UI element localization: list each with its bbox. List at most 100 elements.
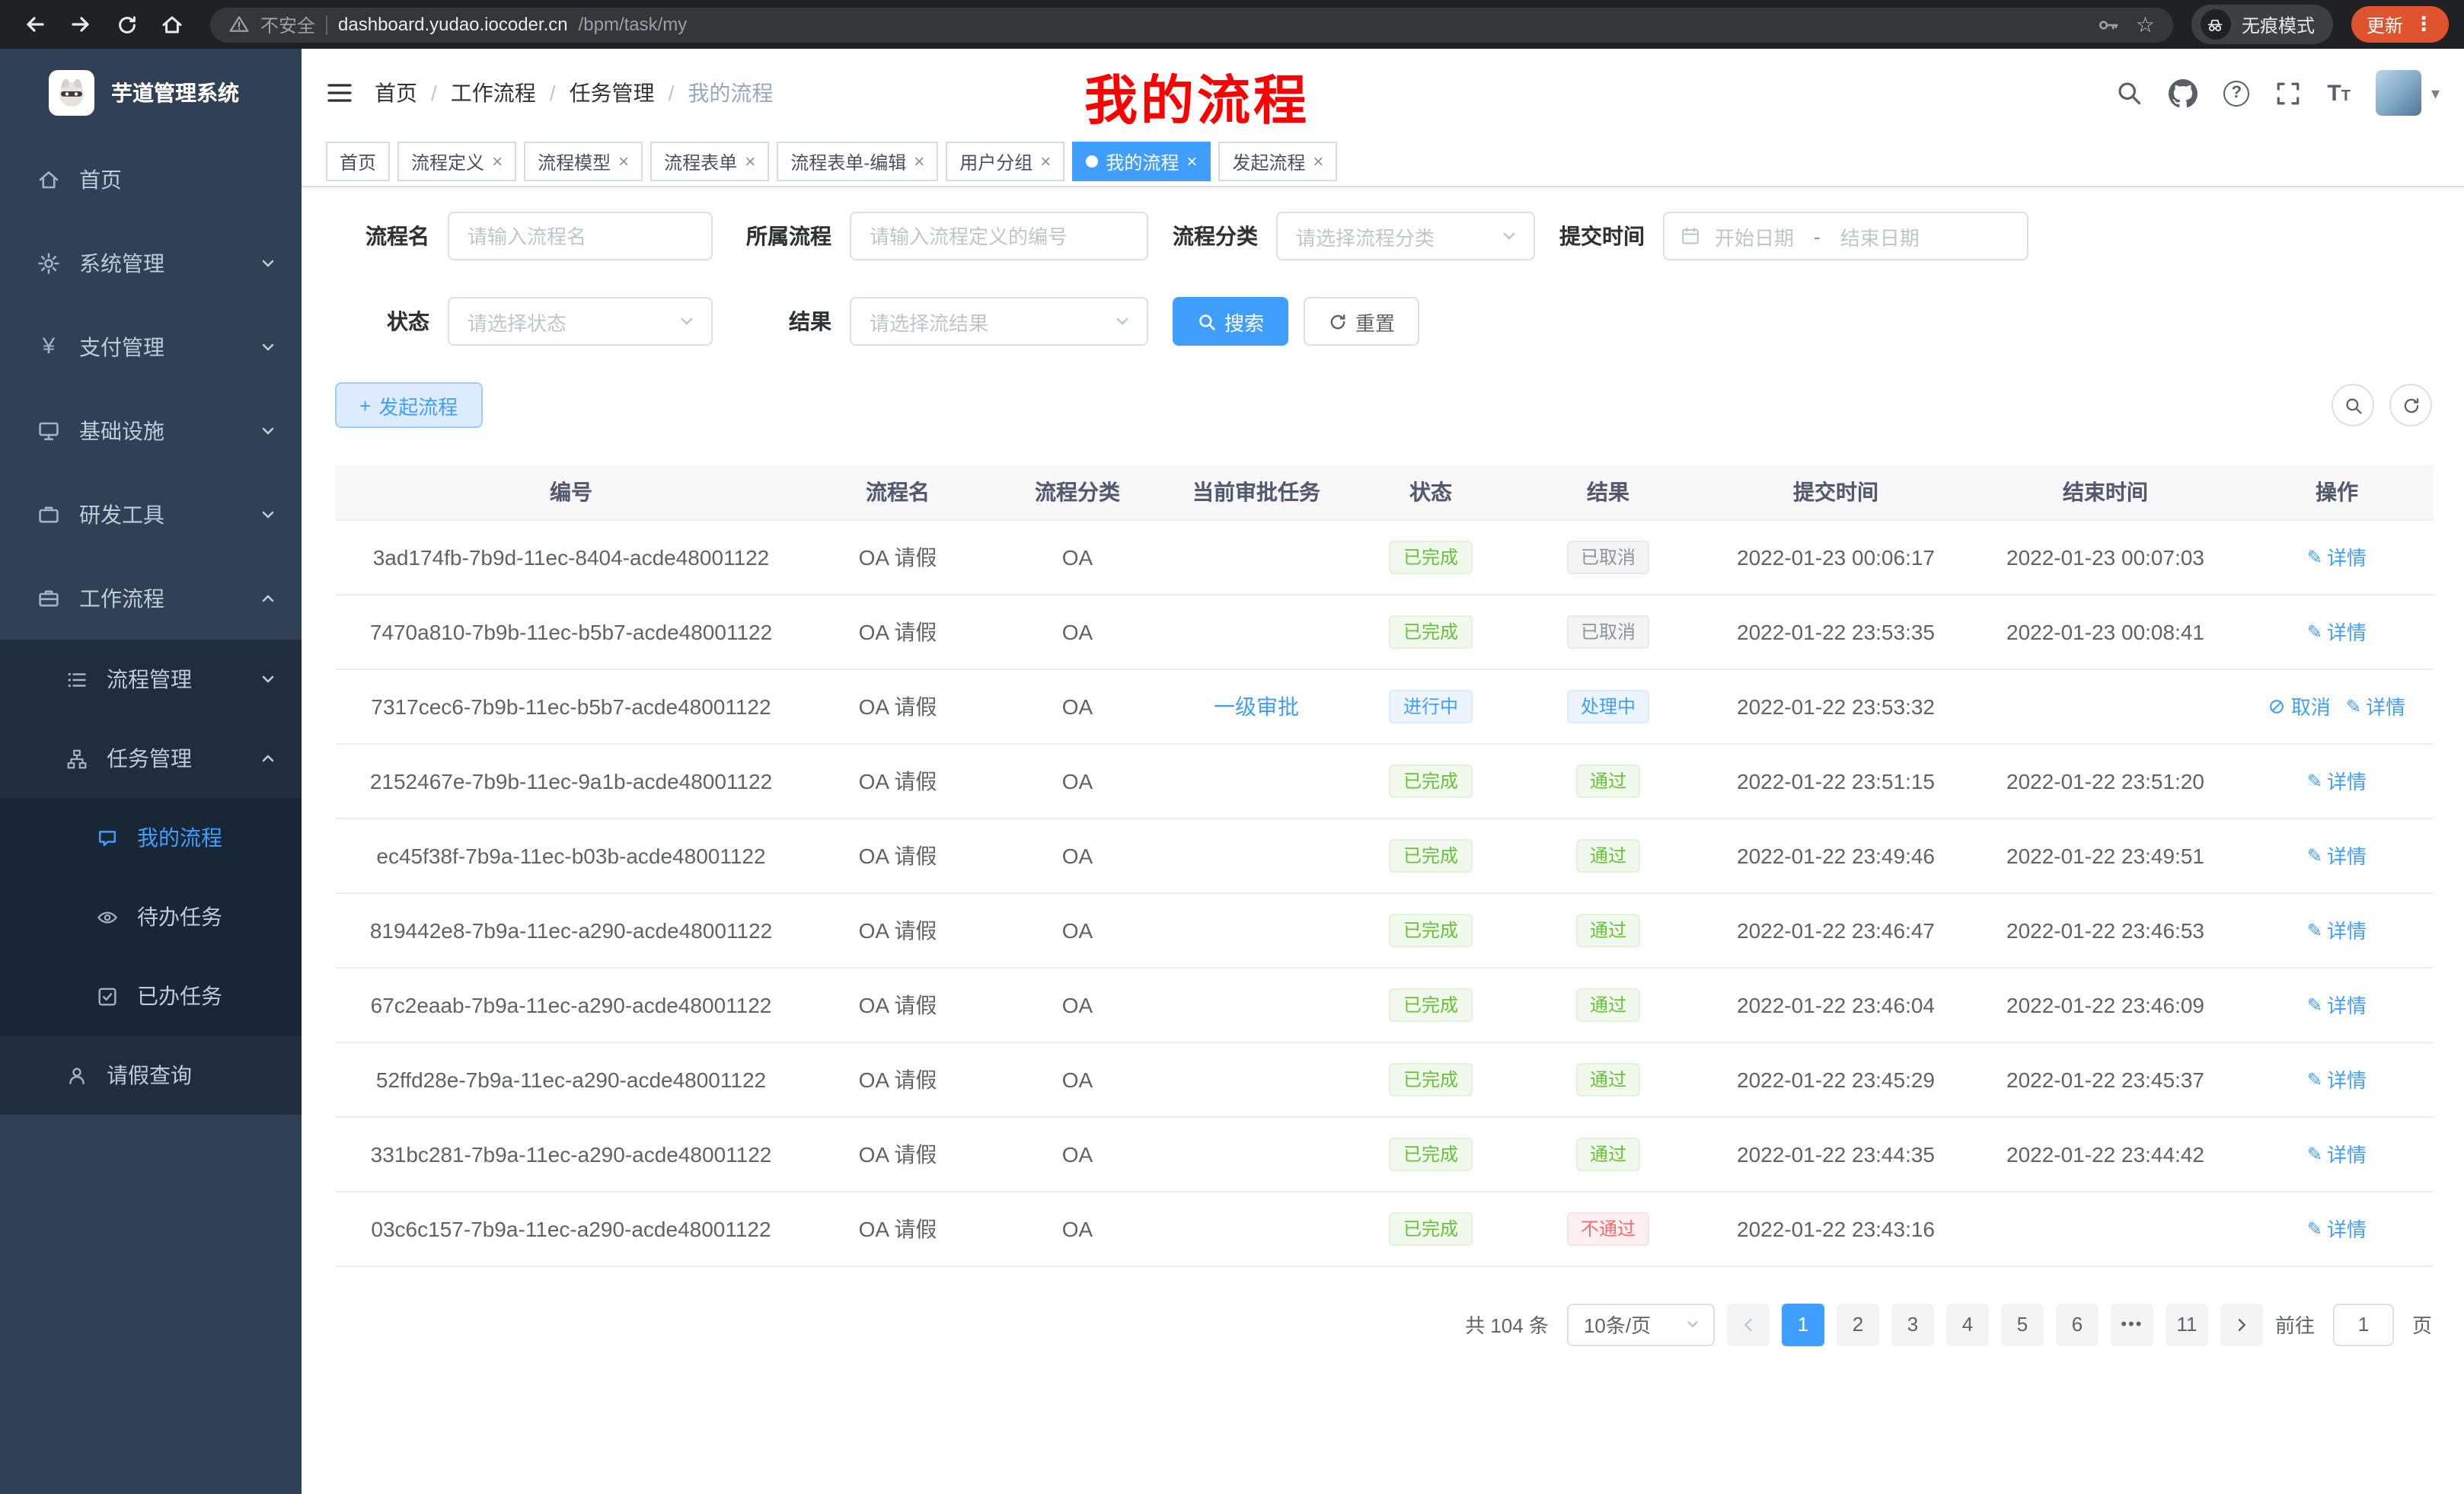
tab-process-model[interactable]: 流程模型×: [524, 142, 643, 181]
page-button-4[interactable]: 4: [1946, 1303, 1989, 1346]
tab-user-group[interactable]: 用户分组×: [946, 142, 1064, 181]
close-icon[interactable]: ×: [1313, 152, 1323, 171]
sidebar-item-done-tasks[interactable]: 已办任务: [0, 956, 302, 1036]
key-icon[interactable]: [2098, 13, 2121, 36]
sidebar-item-my-processes[interactable]: 我的流程: [0, 798, 302, 877]
detail-link[interactable]: ✎详情: [2307, 1065, 2367, 1093]
refresh-button[interactable]: [2389, 384, 2432, 426]
address-bar[interactable]: 不安全 dashboard.yudao.iocoder.cn/bpm/task/…: [210, 7, 2173, 42]
fullscreen-icon[interactable]: [2275, 80, 2301, 106]
sidebar-item-workflow[interactable]: 工作流程: [0, 556, 302, 640]
detail-link[interactable]: ✎详情: [2307, 915, 2367, 944]
detail-link[interactable]: ✎详情: [2307, 1214, 2367, 1243]
tab-process-form[interactable]: 流程表单×: [650, 142, 769, 181]
goto-page-input[interactable]: [2333, 1303, 2394, 1346]
detail-link[interactable]: ✎详情: [2307, 1139, 2367, 1168]
detail-link[interactable]: ✎详情: [2307, 841, 2367, 870]
close-icon[interactable]: ×: [745, 152, 755, 171]
reload-icon[interactable]: [107, 5, 146, 44]
navbar-actions: ? TT ▾: [2115, 70, 2440, 116]
font-size-icon[interactable]: TT: [2327, 81, 2351, 104]
next-page-button[interactable]: [2220, 1303, 2263, 1346]
avatar[interactable]: [2376, 70, 2422, 116]
detail-link[interactable]: ✎详情: [2346, 691, 2405, 720]
tab-my-processes[interactable]: 我的流程×: [1072, 142, 1211, 181]
page-button-6[interactable]: 6: [2056, 1303, 2099, 1346]
page-button-11[interactable]: 11: [2166, 1303, 2208, 1346]
date-range-picker[interactable]: 开始日期 - 结束日期: [1663, 212, 2028, 260]
sidebar-item-home[interactable]: 首页: [0, 137, 302, 221]
github-icon[interactable]: [2169, 78, 2197, 107]
current-task-link[interactable]: 一级审批: [1214, 691, 1299, 721]
show-search-toggle-button[interactable]: [2332, 384, 2374, 426]
close-icon[interactable]: ×: [1186, 152, 1197, 171]
close-icon[interactable]: ×: [914, 152, 924, 171]
chevron-down-icon: [1113, 312, 1131, 330]
forward-icon[interactable]: [61, 5, 101, 44]
cancel-link[interactable]: 取消: [2268, 691, 2331, 720]
prev-page-button[interactable]: [1727, 1303, 1770, 1346]
status-badge: 已完成: [1390, 1137, 1472, 1170]
close-icon[interactable]: ×: [492, 152, 503, 171]
process-name-input[interactable]: [448, 212, 713, 260]
search-button[interactable]: 搜索: [1173, 297, 1288, 346]
table-row: 52ffd28e-7b9a-11ec-a290-acde48001122 OA …: [335, 1042, 2434, 1116]
sidebar-item-task-mgmt[interactable]: 任务管理: [0, 719, 302, 798]
tab-process-form-edit[interactable]: 流程表单-编辑×: [777, 142, 938, 181]
app-frame: 芋道管理系统 首页 系统管理 ¥ 支付管理: [0, 49, 2464, 1494]
detail-link[interactable]: ✎详情: [2307, 766, 2367, 795]
detail-link[interactable]: ✎详情: [2307, 617, 2367, 646]
status-badge: 已完成: [1390, 764, 1472, 797]
tab-process-definition[interactable]: 流程定义×: [397, 142, 516, 181]
sidebar-item-leave-query[interactable]: 请假查询: [0, 1036, 302, 1115]
breadcrumb-item[interactable]: 首页: [375, 78, 417, 108]
detail-link[interactable]: ✎详情: [2307, 542, 2367, 571]
browser-menu-icon[interactable]: ⋮: [2414, 12, 2434, 37]
page-size-select[interactable]: 10条/页: [1567, 1303, 1715, 1346]
cell-name: OA 请假: [807, 892, 988, 967]
tab-start-process[interactable]: 发起流程×: [1218, 142, 1337, 181]
cell-submit-time: 2022-01-22 23:49:46: [1701, 818, 1971, 892]
sidebar-item-infrastructure[interactable]: 基础设施: [0, 388, 302, 472]
cell-submit-time: 2022-01-22 23:53:32: [1701, 669, 1971, 743]
back-icon[interactable]: [15, 5, 55, 44]
cell-task: [1167, 1116, 1346, 1191]
sidebar-item-devtools[interactable]: 研发工具: [0, 472, 302, 556]
tab-home[interactable]: 首页: [326, 142, 390, 181]
result-select[interactable]: 请选择流结果: [850, 297, 1148, 346]
status-select[interactable]: 请选择状态: [448, 297, 713, 346]
close-icon[interactable]: ×: [1040, 152, 1051, 171]
sidebar-item-process-mgmt[interactable]: 流程管理: [0, 640, 302, 719]
page-button-3[interactable]: 3: [1891, 1303, 1934, 1346]
process-def-input[interactable]: [850, 212, 1148, 260]
page-button-2[interactable]: 2: [1837, 1303, 1879, 1346]
sidebar-logo[interactable]: 芋道管理系统: [0, 49, 302, 137]
sidebar-item-payment[interactable]: ¥ 支付管理: [0, 305, 302, 388]
help-icon[interactable]: ?: [2223, 80, 2249, 106]
sidebar-item-system[interactable]: 系统管理: [0, 221, 302, 305]
more-pages-icon[interactable]: •••: [2111, 1303, 2153, 1346]
cell-task: [1167, 743, 1346, 818]
update-button[interactable]: 更新 ⋮: [2351, 6, 2449, 43]
start-process-button[interactable]: + 发起流程: [335, 382, 482, 428]
bookmark-star-icon[interactable]: ☆: [2136, 14, 2155, 35]
user-menu[interactable]: ▾: [2376, 70, 2440, 116]
page-button-1[interactable]: 1: [1782, 1303, 1824, 1346]
page-unit-label: 页: [2412, 1310, 2432, 1339]
security-label[interactable]: 不安全: [260, 11, 315, 37]
sidebar-item-label: 系统管理: [79, 247, 164, 278]
home-icon[interactable]: [152, 5, 192, 44]
sidebar-collapse-icon[interactable]: [326, 81, 353, 105]
start-date-placeholder[interactable]: 开始日期: [1715, 222, 1794, 251]
sidebar-item-todo-tasks[interactable]: 待办任务: [0, 877, 302, 956]
page-button-5[interactable]: 5: [2001, 1303, 2044, 1346]
category-select[interactable]: 请选择流程分类: [1276, 212, 1535, 260]
breadcrumb-item[interactable]: 任务管理: [570, 78, 655, 108]
workflow-submenu: 流程管理 任务管理 我的流程: [0, 640, 302, 1115]
end-date-placeholder[interactable]: 结束日期: [1840, 222, 1920, 251]
reset-button[interactable]: 重置: [1304, 297, 1419, 346]
close-icon[interactable]: ×: [618, 152, 629, 171]
search-icon[interactable]: [2115, 79, 2143, 107]
detail-link[interactable]: ✎详情: [2307, 990, 2367, 1019]
breadcrumb-item[interactable]: 工作流程: [451, 78, 536, 108]
